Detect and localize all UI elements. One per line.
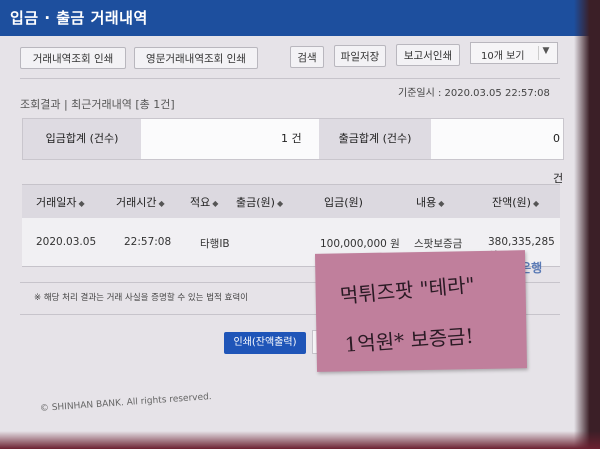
page-size-select[interactable]: 10개 보기 ▼ [470, 42, 558, 64]
withdraw-total-label: 출금합계 (건수) [319, 119, 431, 159]
chevron-down-icon: ▼ [538, 46, 553, 60]
table-header: 거래일자 ◆ 거래시간 ◆ 적요 ◆ 출금(원) ◆ 입금(원) 내용 ◆ 잔액(원) ◆ [22, 184, 560, 220]
divider [20, 78, 560, 79]
summary-box: 입금합계 (건수) 1 건 출금합계 (건수) 0 건 [22, 118, 564, 185]
print-balance-button[interactable]: 인쇄(잔액출력) [224, 332, 306, 354]
cell-time: 22:57:08 [124, 236, 172, 248]
sticky-note-line: 1억원* 보증금! [343, 323, 475, 357]
column-header[interactable]: 출금(원) ◆ [236, 194, 283, 210]
cell-memo: 타행IB [200, 238, 230, 250]
print-history-button[interactable]: 거래내역조회 인쇄 [20, 47, 126, 69]
sort-icon: ◆ [276, 199, 284, 208]
cell-deposit: 100,000,000 원 [320, 238, 400, 250]
sort-icon: ◆ [212, 199, 219, 208]
report-print-button[interactable]: 보고서인쇄 [396, 44, 460, 66]
search-button[interactable]: 검색 [290, 46, 324, 68]
page-title: 입금 · 출금 거래내역 [10, 9, 148, 27]
sort-icon: ◆ [158, 199, 165, 208]
screen: 입금 · 출금 거래내역 거래내역조회 인쇄 영문거래내역조회 인쇄 검색 파일… [0, 0, 600, 449]
print-english-history-button[interactable]: 영문거래내역조회 인쇄 [134, 47, 258, 69]
sticky-note: 먹튀즈팟 "테라" 1억원* 보증금! [314, 250, 528, 372]
bezel-edge [574, 0, 600, 449]
header-bar: 입금 · 출금 거래내역 [0, 0, 600, 36]
sticky-note-line: 먹튀즈팟 "테라" [338, 272, 476, 309]
file-save-button[interactable]: 파일저장 [334, 45, 386, 67]
withdraw-total-count: 0 건 [553, 132, 564, 185]
query-result-label: 조회결과 | 최근거래내역 [총 1건] [20, 98, 175, 111]
sort-icon: ◆ [438, 199, 445, 208]
query-timestamp: 기준일시 : 2020.03.05 22:57:08 [398, 88, 550, 99]
page-size-value: 10개 보기 [481, 51, 525, 62]
copyright: © SHINHAN BANK. All rights reserved. [39, 392, 212, 414]
cell-content: 스팟보증금 [414, 238, 463, 250]
column-header[interactable]: 잔액(원) ◆ [492, 194, 539, 210]
bezel-edge [0, 431, 600, 449]
column-header[interactable]: 내용 ◆ [416, 194, 444, 210]
column-header[interactable]: 입금(원) [324, 194, 363, 210]
sort-icon: ◆ [78, 199, 85, 208]
sort-icon: ◆ [532, 199, 540, 208]
deposit-total-label: 입금합계 (건수) [23, 119, 141, 159]
cell-date: 2020.03.05 [36, 236, 97, 248]
column-header[interactable]: 적요 ◆ [190, 194, 218, 210]
column-header[interactable]: 거래시간 ◆ [116, 194, 165, 210]
column-header[interactable]: 거래일자 ◆ [36, 194, 85, 210]
deposit-total-count: 1 건 [281, 132, 302, 145]
legal-notice: ※ 해당 처리 결과는 거래 사실을 증명할 수 있는 법적 효력이 [34, 293, 249, 303]
